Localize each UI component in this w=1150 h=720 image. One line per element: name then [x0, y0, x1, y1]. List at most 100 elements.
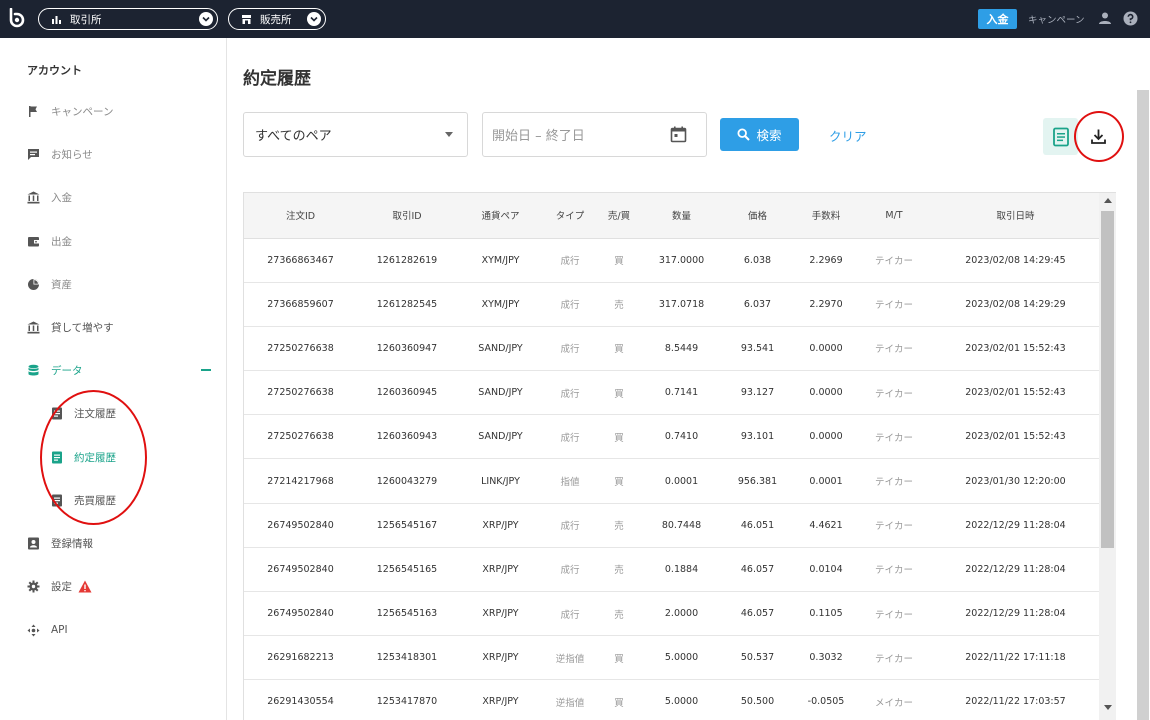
download-button[interactable]	[1081, 118, 1116, 155]
bar-chart-icon	[51, 14, 62, 25]
table-cell: 1260360947	[357, 326, 457, 372]
account-sidebar: アカウント キャンペーン お知らせ 入金 出金 資産 貸して増やす データ 注文…	[0, 38, 227, 720]
sidebar-subitem-execution-history[interactable]: 約定履歴	[51, 447, 116, 467]
sidebar-item-data[interactable]: データ	[27, 360, 83, 380]
help-icon[interactable]	[1123, 11, 1138, 26]
table-cell: 93.127	[721, 370, 794, 416]
column-header: タイプ	[544, 193, 596, 239]
table-cell: 売	[596, 547, 642, 593]
date-range-input[interactable]: 開始日 – 終了日	[482, 112, 707, 157]
search-button[interactable]: 検索	[720, 118, 799, 151]
sidebar-subitem-label: 売買履歴	[74, 494, 116, 507]
clear-button[interactable]: クリア	[829, 126, 867, 145]
table-cell: 2023/02/01 15:52:43	[930, 414, 1101, 460]
table-cell: 0.0000	[794, 414, 858, 460]
table-cell: 27214217968	[244, 458, 357, 504]
sidebar-subitem-label: 注文履歴	[74, 407, 116, 420]
column-header: M/T	[858, 193, 930, 239]
top-navigation-bar: 取引所 販売所 入金 キャンペーン	[0, 0, 1150, 38]
table-cell: 26749502840	[244, 591, 357, 637]
bitbank-logo-icon[interactable]	[7, 8, 27, 28]
table-cell: 指値	[544, 458, 596, 504]
table-cell: 成行	[544, 547, 596, 593]
sidebar-subitem-order-history[interactable]: 注文履歴	[51, 403, 116, 423]
table-cell: 1253417870	[357, 679, 457, 720]
table-cell: 26291430554	[244, 679, 357, 720]
table-cell: 93.101	[721, 414, 794, 460]
scroll-thumb[interactable]	[1101, 211, 1114, 548]
calendar-icon[interactable]	[670, 126, 687, 143]
table-cell: 27366863467	[244, 238, 357, 283]
flag-icon	[27, 105, 40, 118]
column-header: 売/買	[596, 193, 642, 239]
page-scrollbar[interactable]	[1137, 90, 1149, 720]
document-icon	[51, 494, 63, 507]
table-cell: 成行	[544, 591, 596, 637]
table-scrollbar[interactable]	[1099, 193, 1116, 720]
sidebar-subitem-trade-history[interactable]: 売買履歴	[51, 490, 116, 510]
table-cell: 0.0104	[794, 547, 858, 593]
sidebar-item-label: 出金	[51, 235, 72, 248]
table-cell: テイカー	[858, 458, 930, 504]
table-cell: 317.0718	[642, 282, 721, 327]
shop-label: 販売所	[260, 13, 292, 26]
table-cell: 8.5449	[642, 326, 721, 372]
table-cell: LINK/JPY	[457, 458, 544, 504]
sidebar-item-label: 設定	[51, 580, 72, 593]
document-icon	[51, 451, 63, 464]
table-cell: 27250276638	[244, 370, 357, 416]
pie-chart-icon	[27, 278, 40, 291]
gear-icon	[27, 580, 40, 593]
sidebar-item-api[interactable]: API	[27, 620, 68, 640]
table-cell: 1256545163	[357, 591, 457, 637]
report-button[interactable]	[1043, 118, 1078, 155]
table-row: 27250276638 1260360947 SAND/JPY 成行買 8.5449 93…	[244, 326, 1101, 372]
table-cell: 6.038	[721, 238, 794, 283]
sidebar-item-registration[interactable]: 登録情報	[27, 533, 93, 553]
deposit-button[interactable]: 入金	[978, 9, 1017, 29]
sidebar-item-deposit[interactable]: 入金	[27, 187, 72, 207]
column-header: 取引日時	[930, 193, 1101, 239]
sidebar-item-lending[interactable]: 貸して増やす	[27, 317, 114, 337]
table-cell: 成行	[544, 282, 596, 327]
store-icon	[241, 14, 252, 25]
table-cell: 46.057	[721, 547, 794, 593]
sidebar-item-settings[interactable]: 設定	[27, 576, 92, 596]
table-cell: 買	[596, 635, 642, 681]
table-cell: 26291682213	[244, 635, 357, 681]
table-row: 27214217968 1260043279 LINK/JPY 指値買 0.0001 95…	[244, 458, 1101, 504]
wallet-icon	[27, 235, 40, 248]
user-icon[interactable]	[1098, 11, 1112, 25]
sidebar-item-assets[interactable]: 資産	[27, 274, 72, 294]
table-cell: 1261282545	[357, 282, 457, 327]
bank-icon	[27, 321, 40, 334]
table-cell: 27250276638	[244, 326, 357, 372]
table-cell: 成行	[544, 238, 596, 283]
scroll-up-arrow-icon[interactable]	[1104, 198, 1112, 203]
shop-dropdown[interactable]: 販売所	[228, 8, 326, 30]
table-cell: 成行	[544, 370, 596, 416]
sidebar-item-campaign[interactable]: キャンペーン	[27, 101, 113, 121]
sidebar-item-withdraw[interactable]: 出金	[27, 231, 72, 251]
sidebar-item-news[interactable]: お知らせ	[27, 144, 93, 164]
table-cell: 成行	[544, 414, 596, 460]
campaign-link[interactable]: キャンペーン	[1028, 12, 1085, 26]
sidebar-item-label: 入金	[51, 191, 72, 204]
currency-pair-select[interactable]: すべてのペア	[243, 112, 468, 157]
download-icon	[1091, 129, 1106, 144]
api-icon	[27, 624, 40, 637]
table-cell: テイカー	[858, 414, 930, 460]
table-cell: 2022/12/29 11:28:04	[930, 503, 1101, 548]
collapse-minus-icon[interactable]	[201, 369, 211, 371]
table-cell: XYM/JPY	[457, 282, 544, 327]
table-cell: 1253418301	[357, 635, 457, 681]
table-cell: 0.0000	[794, 370, 858, 416]
table-cell: テイカー	[858, 370, 930, 416]
table-cell: 80.7448	[642, 503, 721, 548]
scroll-down-arrow-icon[interactable]	[1104, 705, 1112, 710]
table-cell: 逆指値	[544, 679, 596, 720]
sidebar-item-label: 登録情報	[51, 537, 93, 550]
table-cell: 買	[596, 370, 642, 416]
exchange-dropdown[interactable]: 取引所	[38, 8, 218, 30]
table-cell: 2022/11/22 17:03:57	[930, 679, 1101, 720]
